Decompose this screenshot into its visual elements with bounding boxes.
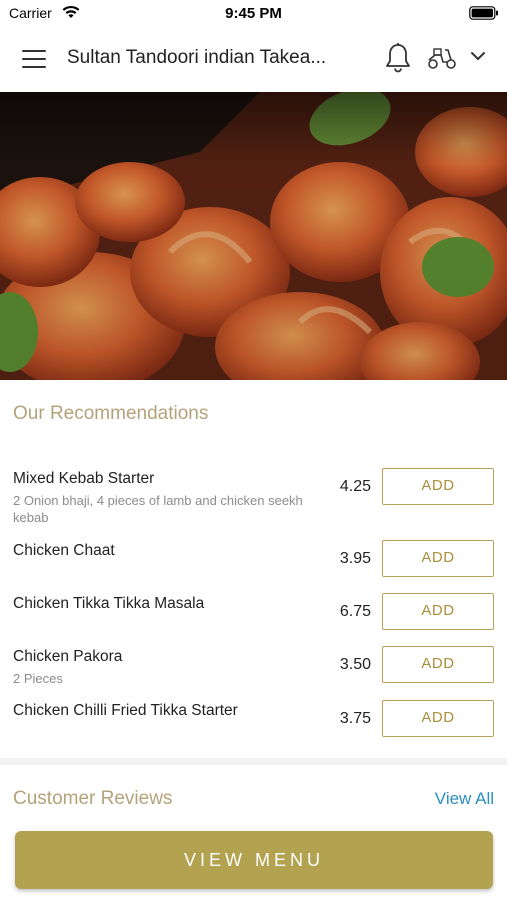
section-divider <box>0 758 507 765</box>
hero-dish-image <box>0 92 507 380</box>
item-name: Chicken Pakora <box>13 648 123 665</box>
add-button[interactable]: ADD <box>382 540 494 577</box>
item-price: 4.25 <box>339 478 371 495</box>
bell-icon[interactable] <box>384 42 412 79</box>
view-all-link[interactable]: View All <box>435 789 494 809</box>
add-button[interactable]: ADD <box>382 593 494 630</box>
item-name: Mixed Kebab Starter <box>13 470 155 487</box>
item-name: Chicken Chilli Fried Tikka Starter <box>13 702 238 719</box>
clock: 9:45 PM <box>225 5 282 22</box>
menu-icon[interactable] <box>20 46 48 72</box>
item-name: Chicken Chaat <box>13 542 115 559</box>
view-menu-button[interactable]: VIEW MENU <box>15 831 493 889</box>
item-price: 6.75 <box>339 603 371 620</box>
item-price: 3.50 <box>339 656 371 673</box>
battery-icon <box>469 6 499 25</box>
add-button[interactable]: ADD <box>382 700 494 737</box>
item-name: Chicken Tikka Tikka Masala <box>13 595 205 612</box>
item-description: 2 Onion bhaji, 4 pieces of lamb and chic… <box>13 493 303 525</box>
reviews-heading: Customer Reviews <box>13 788 173 809</box>
add-button[interactable]: ADD <box>382 468 494 505</box>
app-header: Sultan Tandoori indian Takea... <box>0 26 507 92</box>
add-button[interactable]: ADD <box>382 646 494 683</box>
recommendations-heading: Our Recommendations <box>13 403 209 424</box>
restaurant-title: Sultan Tandoori indian Takea... <box>67 47 327 68</box>
chevron-down-icon[interactable] <box>470 49 486 67</box>
scooter-icon[interactable] <box>426 45 458 76</box>
item-price: 3.75 <box>339 710 371 727</box>
item-description: 2 Pieces <box>13 671 63 686</box>
item-price: 3.95 <box>339 550 371 567</box>
status-bar: Carrier 9:45 PM <box>0 0 507 26</box>
